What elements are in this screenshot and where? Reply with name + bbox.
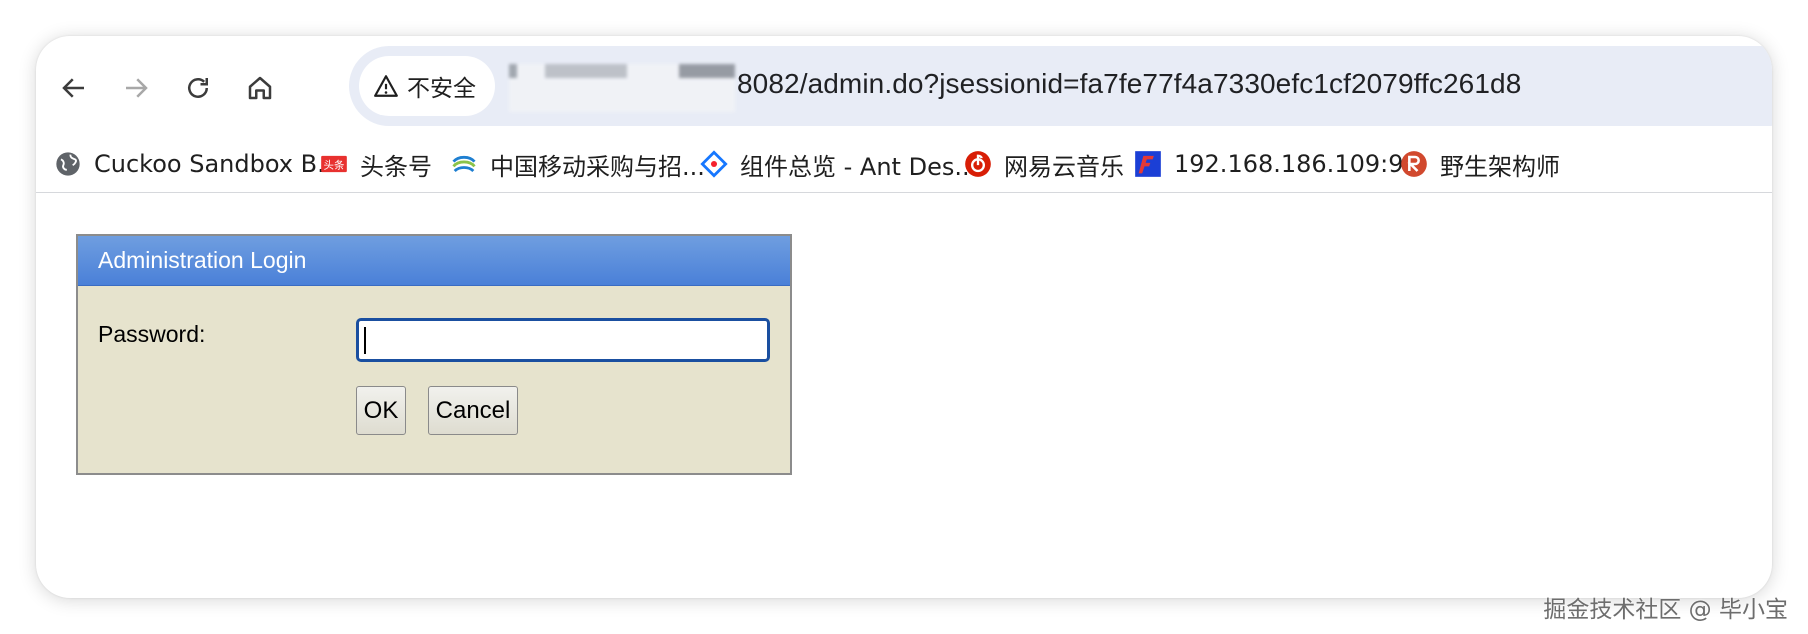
globe-icon: [54, 150, 82, 178]
bookmark-netease[interactable]: 网易云音乐: [964, 142, 1124, 186]
reload-icon: [188, 78, 208, 98]
redacted-host: [509, 64, 735, 112]
home-button[interactable]: [232, 60, 288, 116]
bookmark-label: 组件总览 - Ant Des...: [740, 152, 978, 181]
warning-triangle-icon: [374, 75, 398, 97]
toolbar-divider: [36, 192, 1772, 193]
home-icon: [248, 76, 272, 100]
ant-design-icon: [700, 150, 728, 178]
text-caret: [364, 327, 366, 354]
bookmark-china-mobile[interactable]: 中国移动采购与招...: [450, 142, 705, 186]
arrow-right-icon: [126, 78, 148, 98]
security-label: 不安全: [407, 76, 476, 102]
china-mobile-icon: [450, 150, 478, 178]
password-input[interactable]: [356, 318, 770, 362]
reload-button[interactable]: [170, 60, 226, 116]
app-icon: [1134, 150, 1162, 178]
back-button[interactable]: [46, 60, 102, 116]
bookmark-ant-design[interactable]: 组件总览 - Ant Des...: [700, 142, 977, 186]
login-panel: Administration Login Password: OK Cancel: [76, 234, 792, 475]
bookmark-cuckoo[interactable]: Cuckoo Sandbox B...: [54, 142, 340, 186]
bookmark-label: 网易云音乐: [1004, 152, 1124, 181]
login-panel-title: Administration Login: [78, 236, 790, 286]
svg-text:头条: 头条: [324, 159, 345, 172]
watermark: 掘金技术社区 @ 毕小宝: [1543, 597, 1788, 623]
netease-music-icon: [964, 150, 992, 178]
security-chip[interactable]: 不安全: [359, 56, 495, 116]
bookmark-label: 192.168.186.109:9...: [1174, 150, 1427, 178]
bookmark-label: 野生架构师: [1440, 152, 1560, 181]
browser-toolbar: 不安全 8082/admin.do?jsessionid=fa7fe77f4a7…: [36, 36, 1772, 126]
browser-window: 不安全 8082/admin.do?jsessionid=fa7fe77f4a7…: [36, 36, 1772, 598]
bookmark-label: Cuckoo Sandbox B...: [94, 150, 340, 178]
bookmark-toutiao[interactable]: 头条 头条号: [320, 142, 432, 186]
arrow-left-icon: [62, 78, 84, 98]
bookmark-label: 中国移动采购与招...: [490, 152, 705, 181]
cancel-button[interactable]: Cancel: [428, 386, 518, 435]
forward-button[interactable]: [108, 60, 164, 116]
password-label: Password:: [98, 321, 206, 347]
bookmarks-bar: Cuckoo Sandbox B... 头条 头条号 中国移动采购与招... 组…: [36, 136, 1772, 192]
bookmark-wild-architect[interactable]: 野生架构师: [1400, 142, 1560, 186]
bookmark-ip-host[interactable]: 192.168.186.109:9...: [1134, 142, 1426, 186]
r-logo-icon: [1400, 150, 1428, 178]
address-bar[interactable]: 不安全 8082/admin.do?jsessionid=fa7fe77f4a7…: [349, 46, 1772, 126]
toutiao-icon: 头条: [320, 150, 348, 178]
url-text[interactable]: 8082/admin.do?jsessionid=fa7fe77f4a7330e…: [737, 68, 1521, 100]
ok-button[interactable]: OK: [356, 386, 406, 435]
bookmark-label: 头条号: [360, 152, 432, 181]
